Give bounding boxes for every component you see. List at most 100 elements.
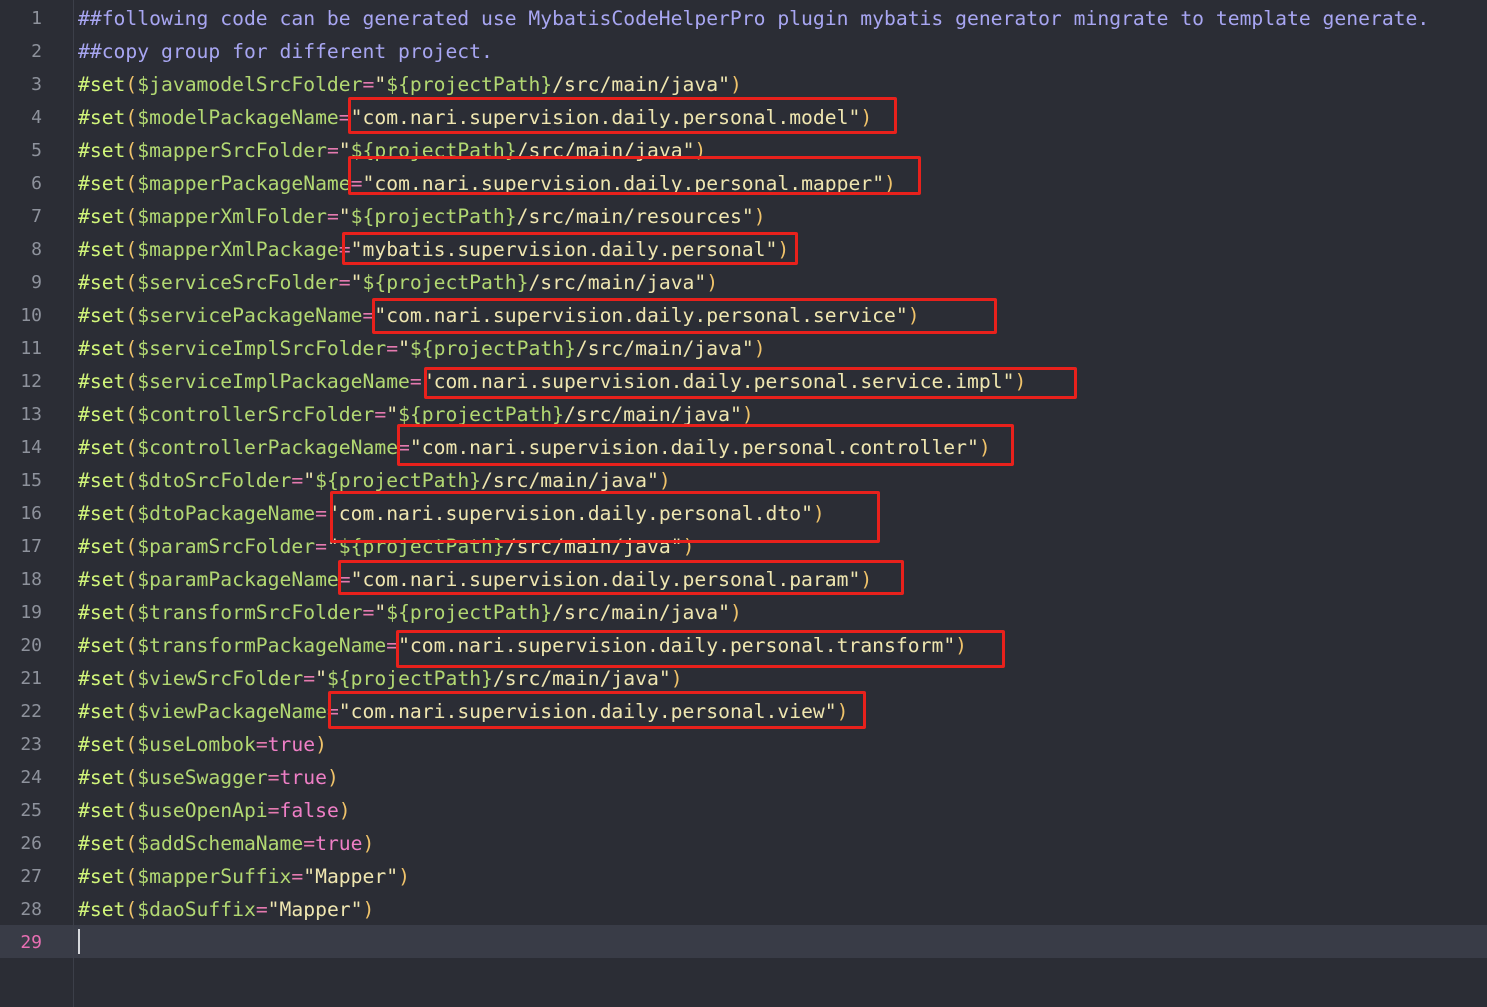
code-line[interactable]: #set($paramSrcFolder="${projectPath}/src…	[78, 530, 694, 563]
variable-name: $controllerPackageName	[137, 436, 399, 459]
code-line[interactable]: #set($serviceImplPackageName="com.nari.s…	[78, 365, 1026, 398]
code-line[interactable]: #set($useLombok=true)	[78, 728, 327, 761]
code-line[interactable]: #set($addSchemaName=true)	[78, 827, 374, 860]
variable-name: $dtoSrcFolder	[137, 469, 292, 492]
code-line[interactable]: #set($viewSrcFolder="${projectPath}/src/…	[78, 662, 683, 695]
string-quote: "	[1002, 370, 1015, 393]
string-quote: "	[694, 271, 707, 294]
string-value: com.nari.supervision.daily.personal.mode…	[362, 106, 849, 129]
paren: )	[860, 568, 873, 591]
text-cursor	[78, 929, 80, 954]
code-line[interactable]: #set($serviceImplSrcFolder="${projectPat…	[78, 332, 766, 365]
string-value: com.nari.supervision.daily.personal.mapp…	[374, 172, 873, 195]
paren: (	[125, 733, 138, 756]
paren: )	[1014, 370, 1027, 393]
paren: )	[398, 865, 410, 888]
path-variable: ${projectPath}	[386, 73, 553, 96]
code-line[interactable]: #set($mapperSuffix="Mapper")	[78, 860, 410, 893]
equals-sign: =	[255, 898, 268, 921]
string-value: com.nari.supervision.daily.personal.tran…	[409, 634, 944, 657]
code-line[interactable]: #set($useOpenApi=false)	[78, 794, 351, 827]
paren: (	[125, 304, 138, 327]
comment: ##copy group for different project.	[78, 40, 493, 63]
code-line[interactable]: #set($mapperPackageName="com.nari.superv…	[78, 167, 896, 200]
equals-sign: =	[386, 634, 399, 657]
equals-sign: =	[326, 139, 339, 162]
string-quote: "	[765, 238, 778, 261]
code-line[interactable]: ##following code can be generated use My…	[78, 2, 1429, 35]
string-quote: "	[350, 271, 363, 294]
line-number: 11	[20, 338, 42, 359]
directive-keyword: #set	[78, 106, 126, 129]
code-line[interactable]: #set($controllerPackageName="com.nari.su…	[78, 431, 991, 464]
string-value: /src/main/java	[492, 667, 659, 690]
boolean-value: true	[279, 766, 327, 789]
code-line[interactable]: ##copy group for different project.	[78, 35, 493, 68]
code-line[interactable]: #set($paramPackageName="com.nari.supervi…	[78, 563, 872, 596]
variable-name: $dtoPackageName	[137, 502, 316, 525]
directive-keyword: #set	[78, 898, 126, 921]
code-line[interactable]: #set($daoSuffix="Mapper")	[78, 893, 374, 926]
string-quote: "	[741, 205, 754, 228]
directive-keyword: #set	[78, 832, 126, 855]
string-quote: "	[967, 436, 979, 459]
variable-name: $mapperXmlPackage	[137, 238, 339, 261]
paren: )	[670, 667, 683, 690]
line-number: 2	[31, 41, 42, 62]
code-line[interactable]: #set($controllerSrcFolder="${projectPath…	[78, 398, 754, 431]
paren: )	[706, 271, 719, 294]
paren: )	[741, 403, 754, 426]
string-quote: "	[338, 700, 351, 723]
code-line[interactable]: #set($useSwagger=true)	[78, 761, 339, 794]
variable-name: $viewSrcFolder	[137, 667, 304, 690]
string-quote: "	[374, 601, 387, 624]
paren: (	[125, 865, 138, 888]
code-area[interactable]: ##following code can be generated use My…	[74, 0, 1487, 1007]
paren: )	[753, 205, 766, 228]
string-value: com.nari.supervision.daily.personal.serv…	[433, 370, 1003, 393]
paren: )	[326, 766, 339, 789]
paren: (	[125, 898, 138, 921]
paren: (	[125, 535, 138, 558]
code-line[interactable]: #set($dtoSrcFolder="${projectPath}/src/m…	[78, 464, 671, 497]
equals-sign: =	[338, 238, 351, 261]
paren: (	[125, 238, 138, 261]
line-number: 9	[31, 272, 42, 293]
string-quote: "	[315, 667, 327, 690]
variable-name: $serviceImplSrcFolder	[137, 337, 387, 360]
code-line[interactable]: #set($viewPackageName="com.nari.supervis…	[78, 695, 849, 728]
string-quote: "	[729, 403, 742, 426]
string-quote: "	[386, 865, 399, 888]
line-number: 17	[20, 536, 42, 557]
code-editor[interactable]: 1 2 3 4 5 6 7 8 9 10 11 12 13 14 15 16 17 18 19 20 21 22 23 24 2…	[0, 0, 1487, 1007]
paren: (	[125, 700, 138, 723]
paren: (	[125, 766, 138, 789]
line-number: 27	[20, 866, 42, 887]
code-line[interactable]: #set($javamodelSrcFolder="${projectPath}…	[78, 68, 742, 101]
code-line[interactable]: #set($mapperXmlPackage="mybatis.supervis…	[78, 233, 789, 266]
line-number: 10	[20, 305, 42, 326]
variable-name: $mapperXmlFolder	[137, 205, 327, 228]
equals-sign: =	[398, 436, 410, 459]
equals-sign: =	[315, 535, 327, 558]
code-line[interactable]: #set($transformSrcFolder="${projectPath}…	[78, 596, 742, 629]
line-number: 26	[20, 833, 42, 854]
line-number: 12	[20, 371, 42, 392]
code-line[interactable]: #set($dtoPackageName="com.nari.supervisi…	[78, 497, 825, 530]
line-number-gutter[interactable]: 1 2 3 4 5 6 7 8 9 10 11 12 13 14 15 16 17 18 19 20 21 22 23 24 2…	[0, 0, 74, 1007]
code-line[interactable]: #set($mapperSrcFolder="${projectPath}/sr…	[78, 134, 706, 167]
paren: (	[125, 139, 138, 162]
string-value: /src/main/java	[528, 271, 695, 294]
paren: (	[125, 667, 138, 690]
variable-name: $serviceImplPackageName	[137, 370, 410, 393]
path-variable: ${projectPath}	[315, 469, 482, 492]
code-line[interactable]: #set($serviceSrcFolder="${projectPath}/s…	[78, 266, 718, 299]
code-line[interactable]: #set($modelPackageName="com.nari.supervi…	[78, 101, 872, 134]
string-quote: "	[398, 634, 410, 657]
string-value: /src/main/java	[481, 469, 647, 492]
variable-name: $daoSuffix	[137, 898, 256, 921]
code-line[interactable]: #set($transformPackageName="com.nari.sup…	[78, 629, 967, 662]
string-value: /src/main/java	[564, 403, 730, 426]
code-line[interactable]: #set($mapperXmlFolder="${projectPath}/sr…	[78, 200, 766, 233]
code-line[interactable]: #set($servicePackageName="com.nari.super…	[78, 299, 920, 332]
